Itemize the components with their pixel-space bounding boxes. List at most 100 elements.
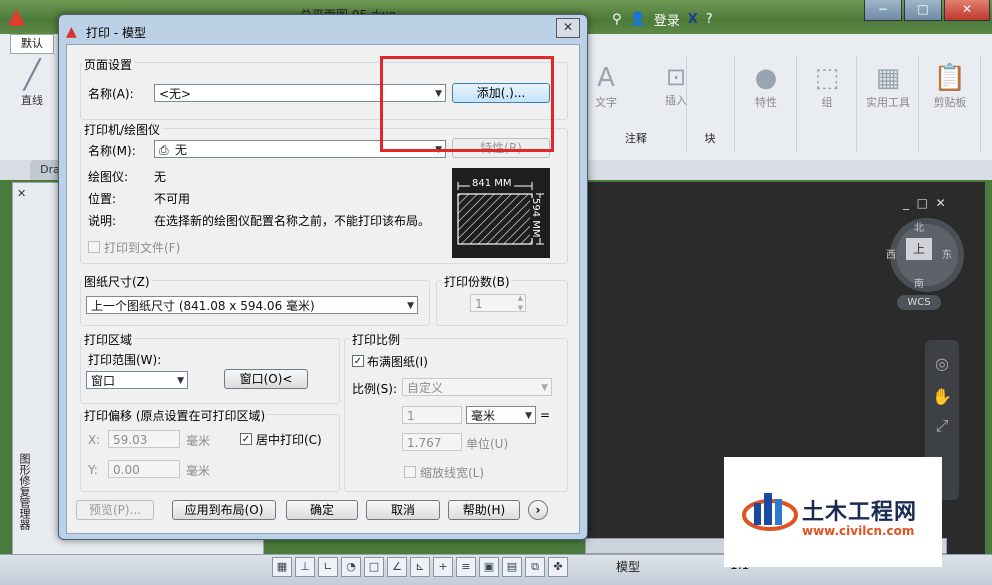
ribbon-group-label[interactable]: 块 (686, 130, 734, 146)
user-icon[interactable]: 👤 (630, 12, 646, 27)
compass-south: 南 (914, 279, 924, 290)
properties-tool[interactable]: ● 特性 (736, 62, 796, 110)
autocad-logo-icon[interactable]: ▲ (8, 6, 34, 28)
minimize-button[interactable]: − (864, 0, 902, 21)
pan-icon[interactable]: ✋ (925, 387, 959, 406)
scale-unit-select[interactable]: 毫米 ▼ (466, 406, 536, 424)
ribbon-group-label[interactable]: 注释 (586, 130, 686, 146)
offset-y-input[interactable]: 0.00 (108, 460, 180, 478)
utilities-tool[interactable]: ▦ 实用工具 (858, 62, 918, 110)
qp-toggle-icon[interactable]: ▤ (502, 557, 522, 577)
osnap-toggle-icon[interactable]: □ (364, 557, 384, 577)
dialog-close-button[interactable]: ✕ (556, 18, 580, 38)
steering-wheel-icon[interactable]: ◎ (925, 354, 959, 373)
scale-lineweights-checkbox[interactable] (404, 466, 416, 478)
preview-height-label: 594 MM (530, 198, 541, 238)
plot-area-title: 打印区域 (82, 331, 135, 348)
panel-title: 图形修复管理器 (18, 453, 31, 530)
offset-x-label: X: (88, 433, 101, 447)
dyn-toggle-icon[interactable]: + (433, 557, 453, 577)
fit-to-paper-checkbox[interactable]: ✓ (352, 355, 364, 367)
chevron-down-icon: ▼ (407, 301, 414, 311)
more-options-button[interactable]: › (528, 500, 548, 520)
scale-value1-input[interactable]: 1 (402, 406, 462, 424)
printer-title: 打印机/绘图仪 (82, 121, 163, 138)
plot-scale-title: 打印比例 (350, 331, 403, 348)
description-label: 说明: (88, 214, 117, 228)
spinner-arrows-icon[interactable]: ▲ ▼ (518, 293, 523, 313)
compass-north: 北 (914, 223, 924, 234)
print-to-file-checkbox[interactable] (88, 241, 100, 253)
sign-in-link[interactable]: 登录 (654, 10, 680, 29)
exchange-icon[interactable]: X (688, 12, 698, 27)
line-tool[interactable]: ╱ 直线 (12, 58, 52, 116)
viewport-controls[interactable]: _ □ ✕ (903, 196, 946, 210)
center-plot-checkbox[interactable]: ✓ (240, 433, 252, 445)
preview-button[interactable]: 预览(P)... (76, 500, 154, 520)
model-space-toggle[interactable]: 模型 (616, 558, 640, 575)
scale-units-label: 单位(U) (466, 437, 509, 451)
help-button[interactable]: 帮助(H) (448, 500, 520, 520)
printer-name-label: 名称(M): (88, 144, 136, 158)
window-select-button[interactable]: 窗口(O)< (224, 369, 308, 389)
tpy-toggle-icon[interactable]: ▣ (479, 557, 499, 577)
binoculars-icon[interactable]: ⚲ (612, 12, 622, 27)
apply-to-layout-button[interactable]: 应用到布局(O) (172, 500, 276, 520)
snap-toggle-icon[interactable]: ⊥ (295, 557, 315, 577)
calculator-icon: ▦ (875, 63, 901, 93)
watermark-url: www.civilcn.com (802, 524, 915, 538)
help-icon[interactable]: ? (706, 12, 713, 27)
clipboard-tool[interactable]: 📋 剪贴板 (920, 62, 980, 110)
group-tool[interactable]: ⬚ 组 (798, 62, 856, 110)
grid-toggle-icon[interactable]: ▦ (272, 557, 292, 577)
status-toggles: ▦ ⊥ ∟ ◔ □ ∠ ⊾ + ≡ ▣ ▤ ⧉ ✤ (272, 557, 568, 577)
copies-spinner[interactable]: 1 ▲ ▼ (470, 294, 526, 312)
ribbon-group-clipboard: 📋 剪贴板 (920, 56, 981, 152)
scale-lineweights-label: 缩放线宽(L) (420, 466, 485, 480)
ok-button[interactable]: 确定 (286, 500, 358, 520)
close-button[interactable]: ✕ (944, 0, 990, 21)
chevron-down-icon: ▼ (525, 411, 532, 421)
clipboard-icon: 📋 (933, 63, 967, 93)
group-icon: ⬚ (814, 63, 840, 93)
viewcube-top-face[interactable]: 上 (906, 238, 932, 260)
polar-toggle-icon[interactable]: ◔ (341, 557, 361, 577)
offset-x-unit: 毫米 (186, 434, 211, 448)
panel-close-icon[interactable]: ✕ (17, 187, 31, 200)
otrack-toggle-icon[interactable]: ∠ (387, 557, 407, 577)
plot-range-select[interactable]: 窗口 ▼ (86, 371, 188, 389)
window-controls: − □ ✕ (862, 0, 990, 21)
cancel-button[interactable]: 取消 (366, 500, 440, 520)
paper-size-title: 图纸尺寸(Z) (82, 273, 152, 290)
sc-toggle-icon[interactable]: ⧉ (525, 557, 545, 577)
plot-range-label: 打印范围(W): (88, 353, 162, 367)
plot-offset-group (80, 414, 340, 492)
text-tool[interactable]: A 文字 (586, 62, 626, 110)
compass-east: 东 (942, 250, 952, 261)
offset-x-input[interactable]: 59.03 (108, 430, 180, 448)
ribbon-group-groups: ⬚ 组 (798, 56, 857, 152)
ducs-toggle-icon[interactable]: ⊾ (410, 557, 430, 577)
zoom-icon[interactable]: ⤢ (925, 416, 959, 436)
print-to-file-label: 打印到文件(F) (104, 241, 181, 255)
fit-to-paper-label: 布满图纸(I) (367, 355, 428, 369)
wcs-menu[interactable]: WCS (897, 295, 941, 310)
offset-y-unit: 毫米 (186, 464, 211, 478)
description-value: 在选择新的绘图仪配置名称之前，不能打印该布局。 (154, 214, 431, 228)
scale-select[interactable]: 自定义 ▼ (402, 378, 552, 396)
insert-tool[interactable]: ⊡ 插入 (656, 62, 696, 108)
highlight-annotation (380, 56, 554, 152)
chevron-down-icon: ▼ (177, 376, 184, 386)
paper-size-select[interactable]: 上一个图纸尺寸 (841.08 x 594.06 毫米) ▼ (86, 296, 418, 314)
ortho-toggle-icon[interactable]: ∟ (318, 557, 338, 577)
scale-label: 比例(S): (352, 382, 398, 396)
ribbon-group-properties: ● 特性 (736, 56, 797, 152)
ribbon-tab-default[interactable]: 默认 (10, 34, 54, 54)
lwt-toggle-icon[interactable]: ≡ (456, 557, 476, 577)
scale-value2-input[interactable]: 1.767 (402, 433, 462, 451)
title-bar-tools: ⚲ 👤 登录 X ? (612, 8, 713, 30)
line-icon: ╱ (23, 58, 41, 91)
maximize-button[interactable]: □ (904, 0, 942, 21)
line-tool-label: 直线 (21, 94, 43, 107)
am-toggle-icon[interactable]: ✤ (548, 557, 568, 577)
